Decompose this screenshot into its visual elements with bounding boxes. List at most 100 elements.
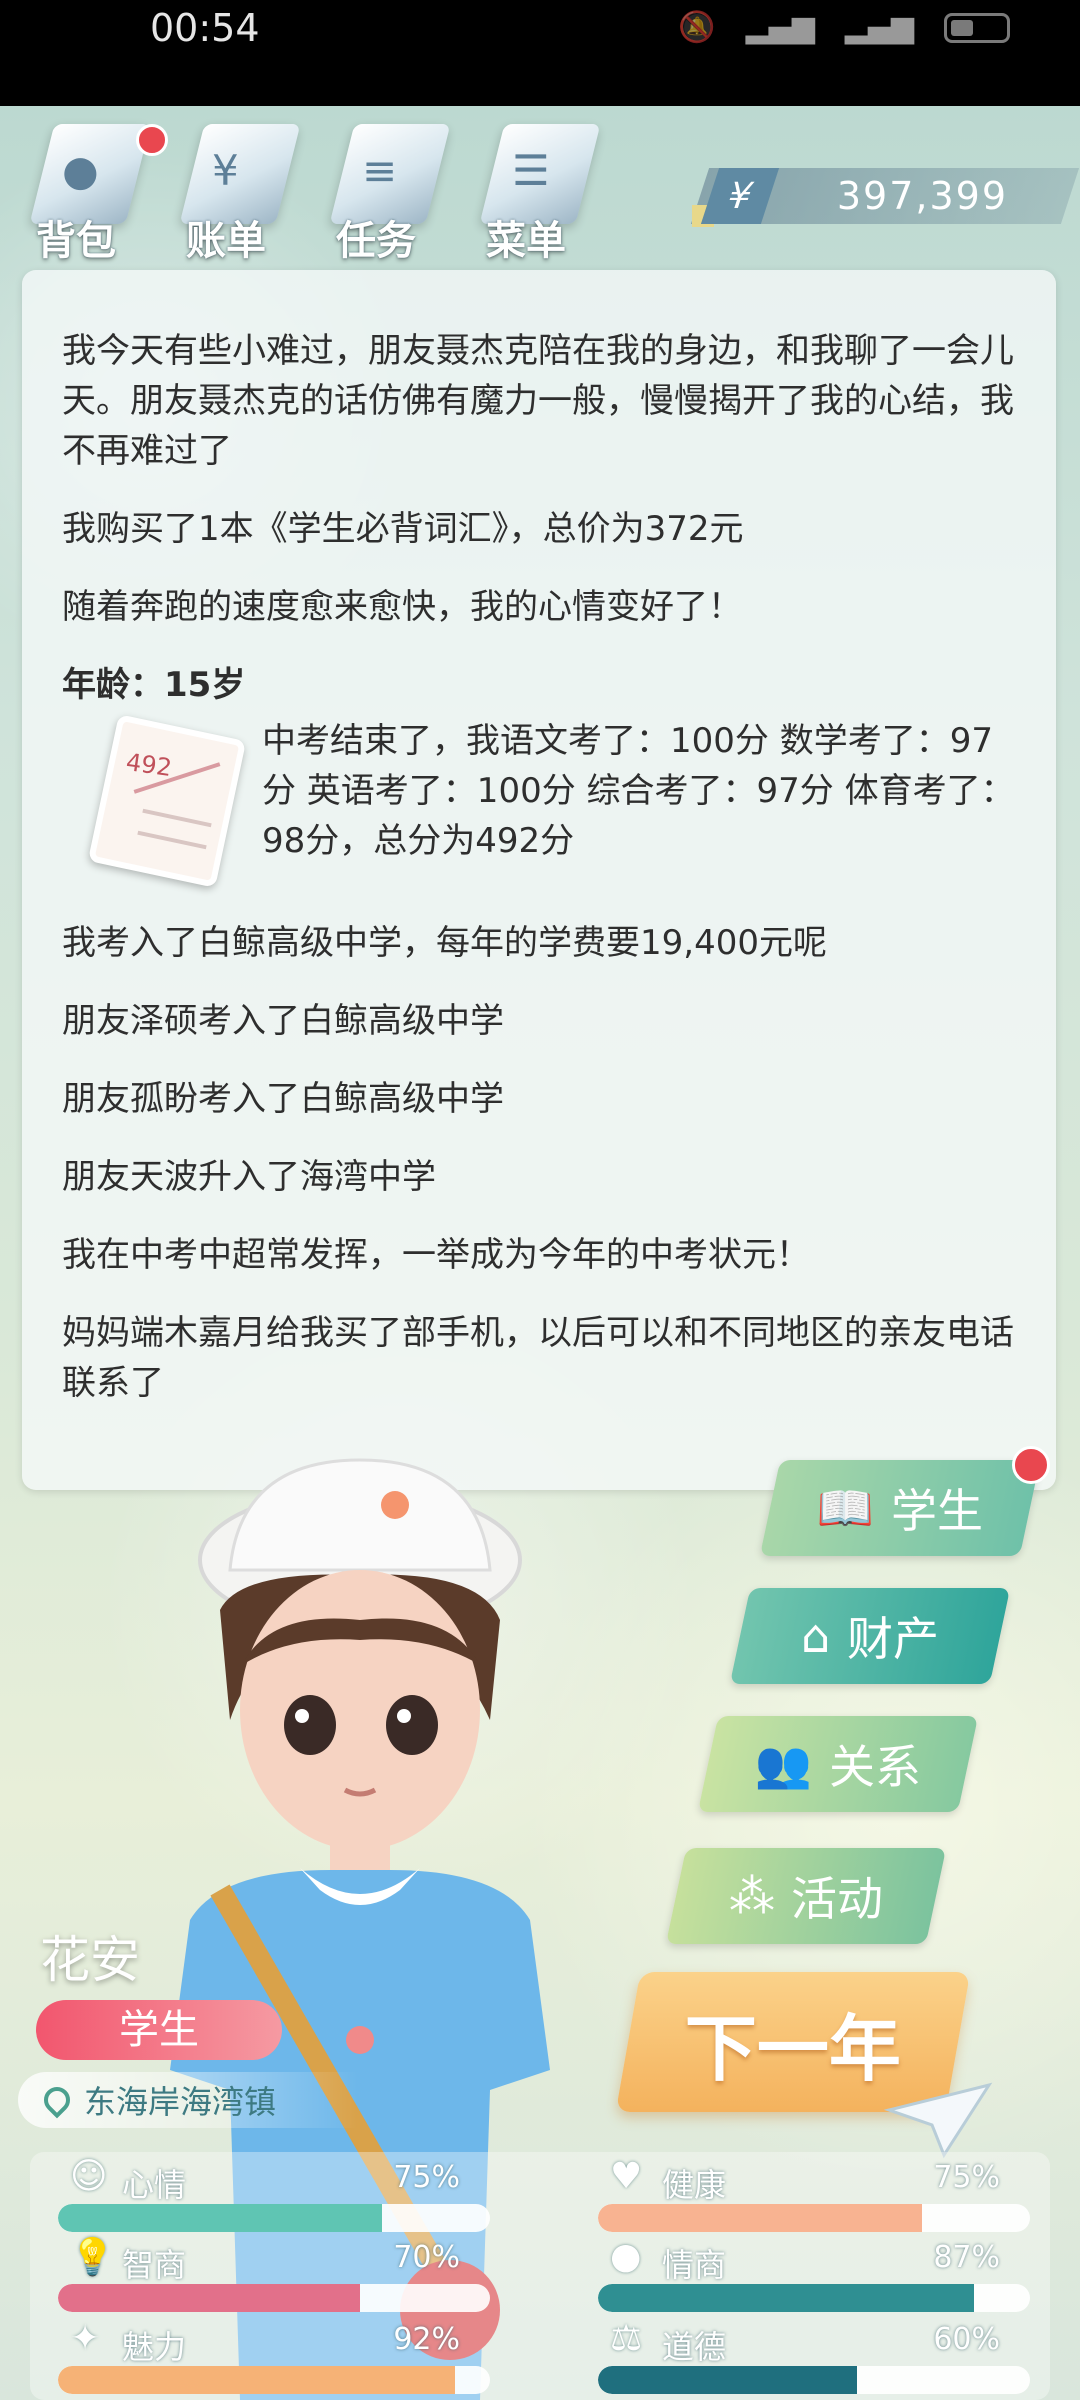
- student-button[interactable]: 📖 学生: [759, 1460, 1041, 1556]
- stat-iq: 💡 智商 70%: [30, 2236, 490, 2316]
- signal2-icon: ▂▄▆: [844, 10, 914, 45]
- bill-label: 账单: [186, 218, 266, 264]
- character-name: 花安: [40, 1931, 140, 1989]
- log-entry: 我今天有些小难过，朋友聂杰克陪在我的身边，和我聊了一会儿天。朋友聂杰克的话仿佛有…: [62, 331, 1014, 471]
- house-icon: ⌂: [801, 1609, 831, 1663]
- hat-crown: [228, 1458, 492, 1572]
- stat-health: ♥ 健康 75%: [570, 2156, 1030, 2236]
- stat-mood: ☺ 心情 75%: [30, 2156, 490, 2236]
- stat-fill: [598, 2284, 974, 2312]
- stat-fill: [598, 2366, 858, 2394]
- student-notification-dot: [1012, 1446, 1050, 1484]
- hat-flower: [381, 1491, 409, 1519]
- top-toolbar: ● 背包 ¥ 账单 ≡ 任务 ☰ 菜单: [20, 116, 601, 266]
- exam-paper-sheet: [87, 714, 247, 888]
- exam-result-entry: 492 中考结束了，我语文考了：100分 数学考了：97分 英语考了：100分 …: [62, 714, 1016, 888]
- bag-label: 背包: [36, 218, 116, 264]
- signal-icon: ▂▄▆: [745, 10, 815, 45]
- stat-label: 魅力: [122, 2328, 187, 2366]
- stat-track: [58, 2366, 490, 2394]
- location-pin-icon: [38, 2081, 76, 2119]
- assets-label: 财产: [846, 1612, 939, 1666]
- stat-percent: 75%: [933, 2160, 1000, 2195]
- smiley-icon: ☺: [70, 2156, 108, 2197]
- bag-notification-dot: [136, 124, 168, 156]
- exam-text: 中考结束了，我语文考了：100分 数学考了：97分 英语考了：100分 综合考了…: [262, 721, 1015, 861]
- next-year-label: 下一年: [684, 2006, 901, 2091]
- left-eye-glint: [295, 1709, 309, 1723]
- event-log-panel[interactable]: 我今天有些小难过，朋友聂杰克陪在我的身边，和我聊了一会儿天。朋友聂杰克的话仿佛有…: [22, 270, 1056, 1490]
- location-text: 东海岸海湾镇: [84, 2083, 277, 2121]
- shirt-badge: [346, 2026, 374, 2054]
- task-label: 任务: [336, 218, 416, 264]
- character-role-badge: 学生: [36, 2000, 282, 2060]
- menu-label: 菜单: [486, 218, 566, 264]
- stat-morality: ⚖ 道德 60%: [570, 2318, 1030, 2398]
- stat-fill: [598, 2204, 922, 2232]
- log-entry: 我考入了白鲸高级中学，每年的学费要19,400元呢: [62, 923, 827, 963]
- activities-button[interactable]: ⁂ 活动: [665, 1848, 947, 1944]
- stat-fill: [58, 2366, 456, 2394]
- status-time: 00:54: [150, 6, 260, 50]
- age-heading: 年龄：15岁: [62, 665, 246, 705]
- assets-button[interactable]: ⌂ 财产: [729, 1588, 1011, 1684]
- status-icons: 🔕 ▂▄▆ ▂▄▆: [678, 10, 1010, 45]
- stat-track: [598, 2284, 1030, 2312]
- log-entry: 朋友天波升入了海湾中学: [62, 1157, 436, 1197]
- stat-percent: 87%: [933, 2240, 1000, 2275]
- paper-plane-icon: [884, 2082, 993, 2159]
- stat-label: 道德: [662, 2328, 727, 2366]
- log-entry: 随着奔跑的速度愈来愈快，我的心情变好了！: [62, 587, 742, 627]
- stat-label: 智商: [122, 2246, 187, 2284]
- menu-button[interactable]: ☰ 菜单: [470, 116, 601, 266]
- yen-icon: ¥: [700, 168, 780, 224]
- location-badge[interactable]: 东海岸海湾镇: [18, 2072, 358, 2128]
- stat-eq: ● 情商 87%: [570, 2236, 1030, 2316]
- log-entry: 我购买了1本《学生必背词汇》，总价为372元: [62, 509, 744, 549]
- sparkle-icon: ✦: [70, 2318, 101, 2359]
- stat-label: 情商: [662, 2246, 727, 2284]
- stat-label: 健康: [662, 2166, 727, 2204]
- task-button[interactable]: ≡ 任务: [320, 116, 451, 266]
- right-eye-glint: [397, 1709, 411, 1723]
- log-entry: 我在中考中超常发挥，一举成为今年的中考状元！: [62, 1235, 810, 1275]
- scales-icon: ⚖: [610, 2318, 643, 2359]
- bag-icon: ●: [62, 146, 99, 195]
- bill-button[interactable]: ¥ 账单: [170, 116, 301, 266]
- log-entry: 朋友孤盼考入了白鲸高级中学: [62, 1079, 504, 1119]
- exam-paper-icon: 492: [82, 714, 252, 888]
- stat-fill: [58, 2204, 382, 2232]
- status-bar: 00:54 🔕 ▂▄▆ ▂▄▆: [0, 0, 1080, 106]
- book-icon: 📖: [817, 1480, 875, 1535]
- battery-icon: [944, 12, 1010, 43]
- mute-icon: 🔕: [678, 10, 716, 45]
- stat-track: [598, 2204, 1030, 2232]
- stat-track: [598, 2366, 1030, 2394]
- stat-track: [58, 2284, 490, 2312]
- stat-fill: [58, 2284, 361, 2312]
- stat-track: [58, 2204, 490, 2232]
- dots-icon: ⁂: [729, 1869, 775, 1923]
- apple-icon: ●: [610, 2236, 642, 2277]
- activities-label: 活动: [791, 1872, 883, 1926]
- log-entry: 朋友泽硕考入了白鲸高级中学: [62, 1001, 504, 1041]
- bulb-icon: 💡: [70, 2237, 115, 2278]
- money-display: ¥ 397,399: [700, 168, 1070, 224]
- heart-icon: ♥: [610, 2156, 643, 2197]
- stat-percent: 75%: [393, 2160, 460, 2195]
- stat-label: 心情: [122, 2166, 187, 2204]
- task-icon: ≡: [362, 146, 398, 195]
- bag-button[interactable]: ● 背包: [20, 116, 168, 266]
- student-label: 学生: [890, 1484, 983, 1538]
- left-eye: [284, 1695, 336, 1755]
- menu-icon: ☰: [512, 146, 550, 195]
- relations-button[interactable]: 👥 关系: [697, 1716, 979, 1812]
- stat-charm: ✦ 魅力 92%: [30, 2318, 490, 2398]
- relations-label: 关系: [828, 1740, 921, 1794]
- stat-percent: 92%: [393, 2322, 460, 2357]
- people-icon: 👥: [755, 1736, 813, 1791]
- money-amount: 397,399: [836, 174, 1008, 218]
- bill-icon: ¥: [212, 146, 239, 195]
- stat-percent: 70%: [393, 2240, 460, 2275]
- stat-percent: 60%: [933, 2322, 1000, 2357]
